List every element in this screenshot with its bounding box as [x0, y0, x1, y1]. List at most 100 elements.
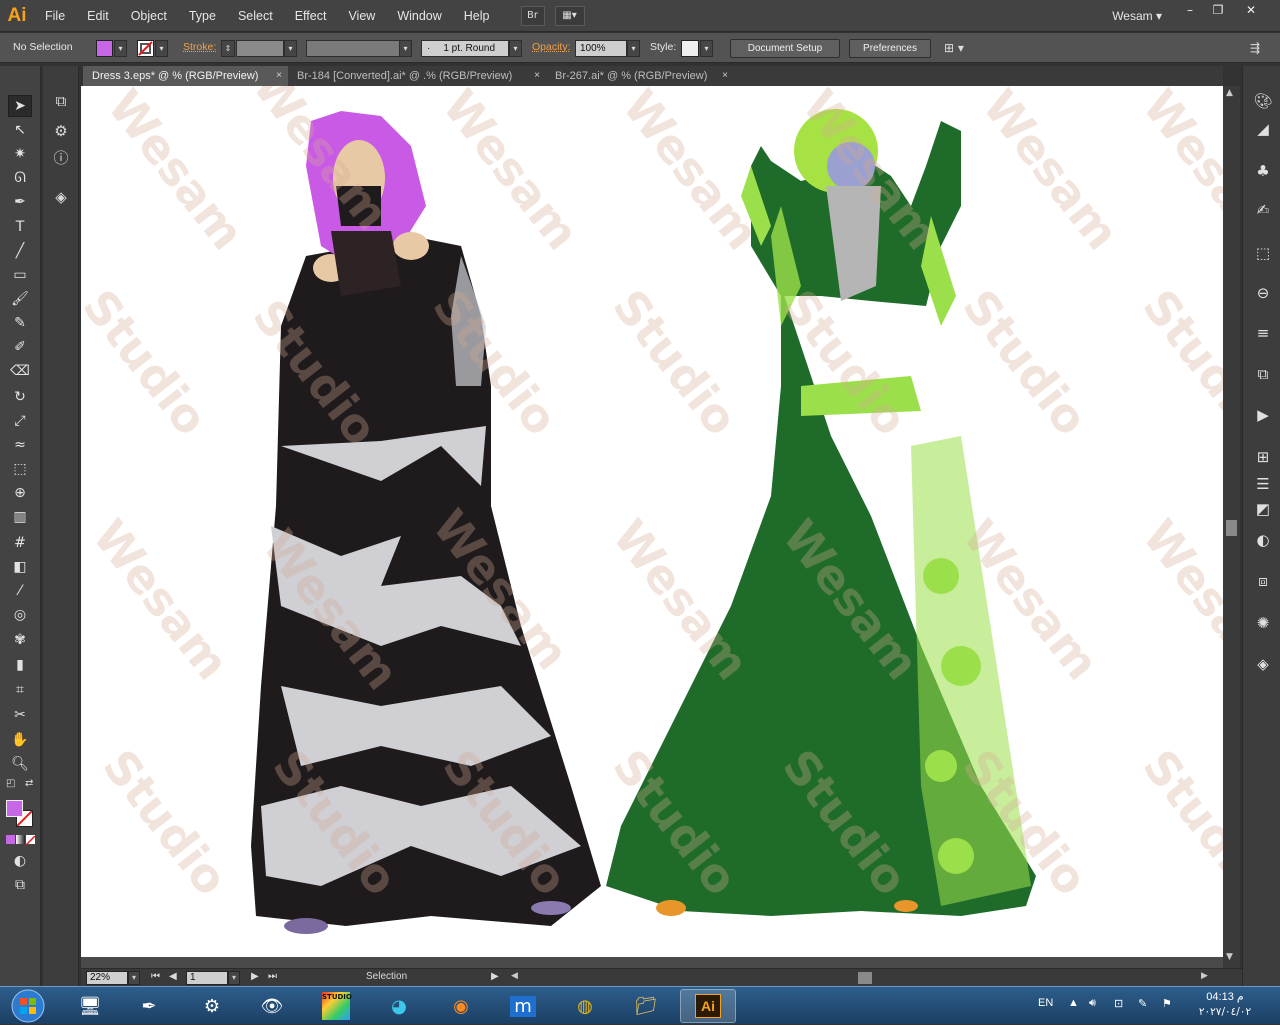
fill-color-box[interactable] — [6, 800, 23, 817]
menu-help[interactable]: Help — [453, 0, 501, 32]
taskbar-eye-app[interactable]: 👁 — [244, 989, 300, 1023]
stroke-swatch[interactable] — [137, 40, 154, 57]
tab-br-184[interactable]: Br-184 [Converted].ai* @ .% (RGB/Preview… — [288, 66, 546, 86]
artboard-tool-icon[interactable]: ⌗ — [8, 679, 32, 701]
color-panel-icon[interactable]: 🎨︎ — [1252, 90, 1274, 112]
gradient-tool-icon[interactable]: ◧ — [8, 556, 32, 578]
taskbar-chrome[interactable]: ◍ — [557, 989, 613, 1023]
gradient-mode-button[interactable] — [16, 835, 25, 844]
close-tab-icon[interactable]: × — [722, 66, 728, 86]
shape-builder-tool-icon[interactable]: ⊕ — [8, 482, 32, 504]
brushes-panel-icon[interactable]: ✍ — [1252, 199, 1274, 221]
perspective-grid-tool-icon[interactable]: ▥ — [8, 506, 32, 528]
taskbar-illustrator[interactable]: Ai — [680, 989, 736, 1023]
stroke-panel-icon[interactable]: ☰ — [1252, 473, 1274, 495]
tab-dress-3[interactable]: Dress 3.eps* @ % (RGB/Preview) × — [83, 66, 288, 86]
color-mode-button[interactable] — [6, 835, 15, 844]
stroke-weight-stepper[interactable]: ⇕ — [221, 40, 235, 57]
taskbar-maxthon[interactable]: m — [495, 989, 551, 1023]
fill-swatch[interactable] — [96, 40, 113, 57]
magic-wand-tool-icon[interactable]: ✷ — [8, 143, 32, 165]
swap-colors-icon[interactable]: ⇄ — [25, 778, 33, 789]
panel-menu-icon[interactable]: ⇶ — [1250, 41, 1260, 55]
stroke-label[interactable]: Stroke: — [183, 41, 216, 53]
links-panel-icon[interactable]: ⊖ — [1252, 282, 1274, 304]
artboard-number-field[interactable]: 1 — [186, 971, 228, 985]
default-colors-icon[interactable]: ◰ — [6, 778, 15, 789]
preferences-button[interactable]: Preferences — [849, 39, 931, 58]
menu-window[interactable]: Window — [386, 0, 452, 32]
brush-definition[interactable]: · 1 pt. Round — [421, 40, 509, 57]
appearance-panel-icon[interactable]: ⧈ — [1252, 570, 1274, 592]
pen-tool-icon[interactable]: ✒ — [8, 191, 32, 213]
bridge-button[interactable]: Br — [520, 5, 545, 26]
fill-dropdown[interactable]: ▾ — [114, 40, 127, 57]
artboard-dropdown[interactable]: ▾ — [228, 971, 240, 985]
close-button[interactable]: ✕ — [1238, 2, 1264, 18]
menu-select[interactable]: Select — [227, 0, 284, 32]
horizontal-scroll-thumb[interactable] — [858, 972, 872, 984]
tab-br-267[interactable]: Br-267.ai* @ % (RGB/Preview) × — [546, 66, 734, 86]
action-center-icon[interactable]: ⚑ — [1162, 997, 1172, 1010]
start-button[interactable] — [2, 987, 54, 1025]
style-dropdown[interactable]: ▾ — [700, 40, 713, 57]
stroke-weight-field[interactable] — [236, 40, 284, 57]
mesh-tool-icon[interactable]: # — [8, 532, 32, 554]
menu-type[interactable]: Type — [178, 0, 227, 32]
scroll-right-icon[interactable]: ▶ — [1201, 971, 1208, 981]
volume-icon[interactable]: 🔊︎ — [1089, 997, 1096, 1010]
eyedropper-tool-icon[interactable]: ⁄ — [8, 580, 32, 602]
zoom-tool-icon[interactable]: 🔍︎ — [8, 753, 32, 775]
document-setup-button[interactable]: Document Setup — [730, 39, 840, 58]
layers-panel-icon[interactable]: ◈ — [50, 186, 72, 208]
info-panel-icon[interactable]: ⓘ — [50, 146, 72, 168]
restore-button[interactable]: ❐ — [1205, 2, 1231, 18]
direct-selection-tool-icon[interactable]: ↖ — [8, 119, 32, 141]
vertical-scrollbar[interactable]: ▲ ▼ — [1223, 86, 1240, 968]
scale-tool-icon[interactable]: ⤢ — [8, 410, 32, 432]
user-menu[interactable]: Wesam ▾ — [1112, 0, 1162, 32]
stroke-dropdown[interactable]: ▾ — [155, 40, 168, 57]
menu-effect[interactable]: Effect — [284, 0, 338, 32]
opacity-label[interactable]: Opacity: — [532, 41, 571, 53]
scroll-left-icon[interactable]: ◀ — [511, 971, 518, 981]
drawing-mode-icon[interactable]: ◐ — [8, 850, 32, 872]
taskbar-studio-app[interactable]: STUDIO — [308, 989, 364, 1023]
first-artboard-icon[interactable]: ⏮ — [151, 971, 160, 982]
slice-tool-icon[interactable]: ✂ — [8, 704, 32, 726]
clock-date[interactable]: ٢٠٢٧/٠٤/٠٢ — [1190, 1006, 1260, 1018]
free-transform-tool-icon[interactable]: ⬚ — [8, 458, 32, 480]
language-indicator[interactable]: EN — [1038, 997, 1053, 1009]
align-panel-icon[interactable]: ≡ — [1252, 322, 1274, 344]
blob-brush-tool-icon[interactable]: ✐ — [8, 336, 32, 358]
none-mode-button[interactable] — [25, 835, 36, 846]
menu-view[interactable]: View — [337, 0, 386, 32]
navigator-panel-icon[interactable]: ⚙ — [50, 120, 72, 142]
symbol-sprayer-tool-icon[interactable]: ✾ — [8, 629, 32, 651]
taskbar-control-panel[interactable]: ⚙ — [184, 989, 240, 1023]
taskbar-firefox[interactable]: ◉ — [433, 989, 489, 1023]
actions-panel-icon[interactable]: ▶ — [1252, 404, 1274, 426]
vertical-scroll-thumb[interactable] — [1226, 520, 1237, 536]
color-guide-panel-icon[interactable]: ◢ — [1252, 118, 1274, 140]
last-artboard-icon[interactable]: ⏭ — [268, 971, 277, 982]
variable-width-dropdown[interactable]: ▾ — [399, 40, 412, 57]
pathfinder-panel-icon[interactable]: ⧉ — [1252, 363, 1274, 385]
next-artboard-icon[interactable]: ▶ — [251, 971, 259, 982]
gradient-panel-icon[interactable]: ◩ — [1252, 498, 1274, 520]
taskbar-monitor-app[interactable]: 🖥 — [62, 989, 118, 1023]
menu-object[interactable]: Object — [120, 0, 178, 32]
hand-tool-icon[interactable]: ✋ — [8, 729, 32, 751]
network-icon[interactable]: ⊡ — [1114, 997, 1123, 1010]
close-tab-icon[interactable]: × — [276, 66, 282, 86]
rectangle-tool-icon[interactable]: ▭ — [8, 264, 32, 286]
menu-edit[interactable]: Edit — [76, 0, 120, 32]
menu-file[interactable]: File — [34, 0, 76, 32]
scroll-up-icon[interactable]: ▲ — [1226, 88, 1233, 98]
previous-artboard-icon[interactable]: ◀ — [169, 971, 177, 982]
show-hidden-icons[interactable]: ▲ — [1068, 997, 1079, 1009]
pencil-tool-icon[interactable]: ✎ — [8, 312, 32, 334]
swatches-panel-icon[interactable]: ♣ — [1252, 160, 1274, 182]
clock-time[interactable]: 04:13 م — [1195, 990, 1255, 1003]
arrange-icon[interactable]: ⊞ ▾ — [944, 41, 964, 55]
